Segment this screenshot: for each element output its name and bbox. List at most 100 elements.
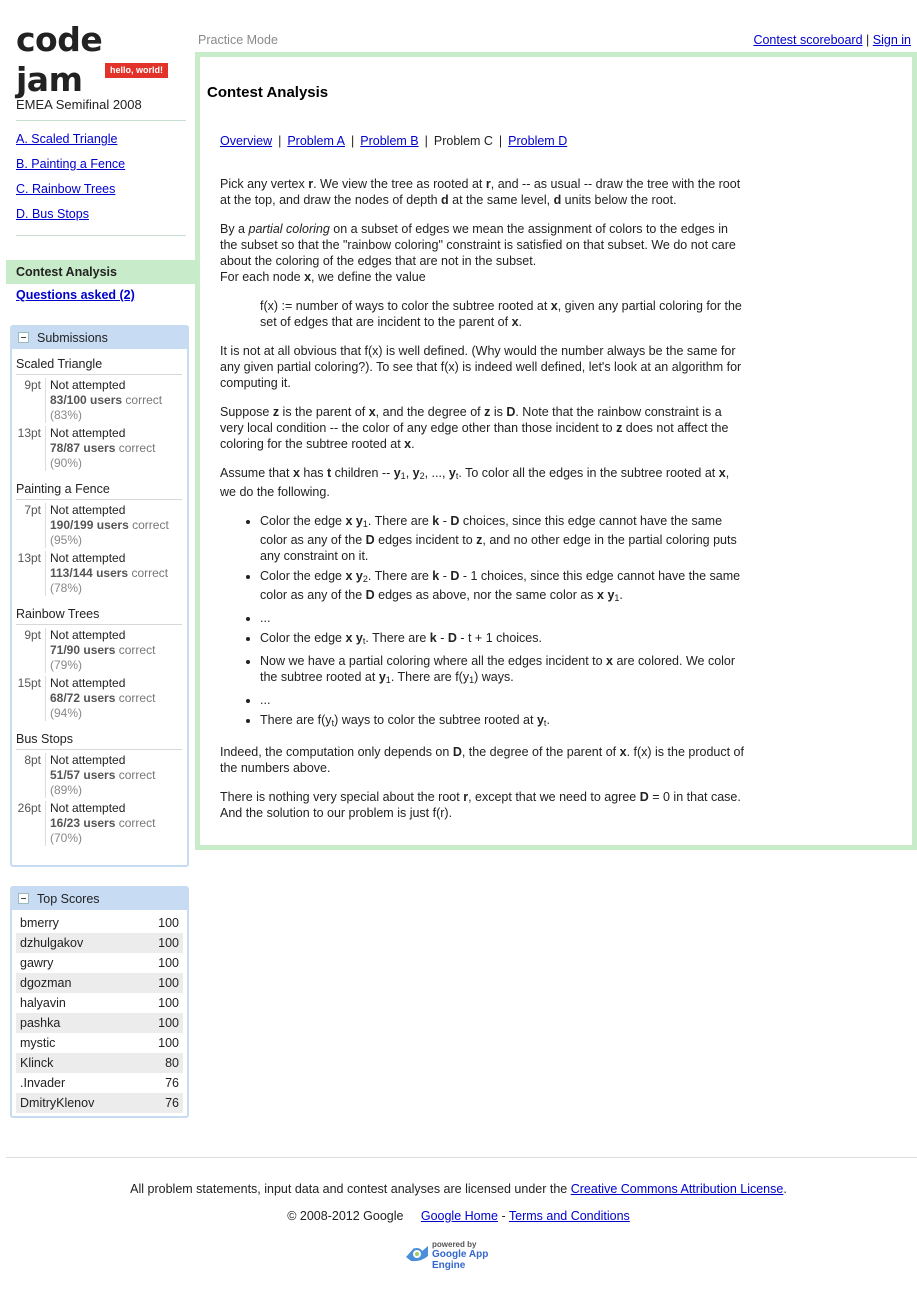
analysis-paragraph: By a partial coloring on a subset of edg…: [220, 222, 736, 284]
footer-dash: -: [501, 1209, 506, 1223]
list-item: ...: [260, 692, 745, 708]
correct-word: correct: [118, 816, 156, 830]
points: 9pt: [16, 628, 46, 673]
points: 26pt: [16, 801, 46, 846]
list-item: ...: [260, 610, 745, 626]
submission-info: Not attempted 113/144 users correct (78%): [46, 551, 168, 596]
submission-problem-name: Bus Stops: [16, 732, 182, 750]
contestant-name: Klinck: [20, 1056, 54, 1070]
submission-row: 7pt Not attempted 190/199 users correct (95…: [16, 503, 182, 548]
correct-percent: (90%): [50, 456, 83, 470]
contest-name: EMEA Semifinal 2008: [16, 97, 186, 121]
contestant-name: pashka: [20, 1016, 61, 1030]
tab-separator: |: [498, 134, 503, 148]
attempt-status: Not attempted: [50, 753, 126, 767]
analysis-paragraph: Pick any vertex r. We view the tree as r…: [220, 177, 741, 207]
copyright-line: © 2008-2012 Google Google Home - Terms a…: [0, 1209, 917, 1223]
users-word: users: [83, 691, 116, 705]
top-score-row: halyavin 100: [16, 993, 183, 1013]
correct-count: 68/72 users correct: [50, 691, 155, 706]
submission-problem-name: Rainbow Trees: [16, 607, 182, 625]
sidebar-problem-c[interactable]: C. Rainbow Trees: [16, 177, 186, 202]
list-item: Color the edge x y2. There are k - D - 1…: [260, 568, 745, 606]
app-engine-badge[interactable]: powered by Google App Engine: [403, 1240, 523, 1271]
sidebar-problem-b[interactable]: B. Painting a Fence: [16, 152, 186, 177]
top-score-row: Klinck 80: [16, 1053, 183, 1073]
points: 13pt: [16, 551, 46, 596]
tab-separator: |: [278, 134, 282, 148]
attempt-status: Not attempted: [50, 378, 126, 392]
collapse-icon[interactable]: [18, 893, 29, 904]
list-item: Now we have a partial coloring where all…: [260, 653, 745, 688]
users-word: users: [83, 768, 116, 782]
code-jam-logo[interactable]: code jam hello, world!: [16, 20, 168, 99]
submission-row: 9pt Not attempted 71/90 users correct (79%): [16, 628, 182, 673]
analysis-paragraph: Assume that x has t children -- y1, y2, …: [220, 466, 730, 499]
analysis-paragraph: There is nothing very special about the …: [220, 790, 741, 820]
tab-overview[interactable]: Overview: [220, 134, 272, 148]
sidebar-item-contest-analysis[interactable]: Contest Analysis: [6, 260, 195, 284]
copyright-text: © 2008-2012 Google: [287, 1209, 404, 1223]
cc-license-link[interactable]: Creative Commons Attribution License: [571, 1182, 784, 1196]
submissions-header[interactable]: Submissions: [12, 327, 187, 349]
page-title: Contest Analysis: [207, 84, 329, 101]
collapse-icon[interactable]: [18, 332, 29, 343]
tab-problem-d[interactable]: Problem D: [508, 134, 567, 148]
contestant-name: gawry: [20, 956, 54, 970]
top-links-separator: |: [866, 33, 870, 47]
tab-problem-b[interactable]: Problem B: [360, 134, 418, 148]
contestant-name: dgozman: [20, 976, 72, 990]
submission-row: 8pt Not attempted 51/57 users correct (89%): [16, 753, 182, 798]
correct-percent: (79%): [50, 658, 83, 672]
sidebar-problem-a[interactable]: A. Scaled Triangle: [16, 127, 186, 152]
terms-link[interactable]: Terms and Conditions: [509, 1209, 630, 1223]
submission-problem: Scaled Triangle 9pt Not attempted 83/100 us…: [12, 349, 187, 471]
correct-percent: (78%): [50, 581, 83, 595]
correct-percent: (94%): [50, 706, 83, 720]
list-item: There are f(yt) ways to color the subtre…: [260, 712, 745, 731]
top-score-row: bmerry 100: [16, 913, 183, 933]
google-home-link[interactable]: Google Home: [421, 1209, 498, 1223]
solved-ratio: 68/72: [50, 691, 81, 705]
users-word: users: [96, 566, 129, 580]
sign-in-link[interactable]: Sign in: [873, 33, 911, 47]
correct-percent: (95%): [50, 533, 83, 547]
correct-percent: (89%): [50, 783, 83, 797]
analysis-paragraph: Suppose z is the parent of x, and the de…: [220, 405, 729, 451]
sidebar: EMEA Semifinal 2008 A. Scaled Triangle B…: [6, 97, 195, 302]
contestant-name: DmitryKlenov: [20, 1096, 95, 1110]
points: 9pt: [16, 378, 46, 423]
contestant-name: dzhulgakov: [20, 936, 84, 950]
points: 13pt: [16, 426, 46, 471]
tab-problem-a[interactable]: Problem A: [287, 134, 345, 148]
license-text: All problem statements, input data and c…: [130, 1182, 568, 1196]
submission-row: 15pt Not attempted 68/72 users correct (94%…: [16, 676, 182, 721]
submission-info: Not attempted 78/87 users correct (90%): [46, 426, 155, 471]
correct-count: 71/90 users correct: [50, 643, 155, 658]
correct-count: 113/144 users correct: [50, 566, 168, 581]
attempt-status: Not attempted: [50, 676, 126, 690]
solved-ratio: 16/23: [50, 816, 81, 830]
submission-problem: Rainbow Trees 9pt Not attempted 71/90 users…: [12, 599, 187, 721]
submission-info: Not attempted 51/57 users correct (89%): [46, 753, 155, 798]
footer-divider: [6, 1157, 917, 1158]
solved-ratio: 78/87: [50, 441, 81, 455]
tab-separator: |: [424, 134, 428, 148]
top-links: Contest scoreboard | Sign in: [753, 33, 911, 47]
correct-count: 190/199 users correct: [50, 518, 169, 533]
top-score-row: mystic 100: [16, 1033, 183, 1053]
contestant-name: .Invader: [20, 1076, 66, 1090]
logo-tagline: hello, world!: [105, 63, 168, 78]
contest-scoreboard-link[interactable]: Contest scoreboard: [753, 33, 862, 47]
top-score-row: dgozman 100: [16, 973, 183, 993]
analysis-paragraph: It is not at all obvious that f(x) is we…: [220, 344, 742, 390]
correct-word: correct: [131, 566, 169, 580]
top-scores-header[interactable]: Top Scores: [12, 888, 187, 910]
problem-tabs: Overview | Problem A | Problem B | Problem C | P…: [220, 134, 567, 148]
sidebar-problem-d[interactable]: D. Bus Stops: [16, 202, 186, 227]
users-word: users: [83, 816, 116, 830]
questions-asked-link[interactable]: Questions asked (2): [16, 288, 195, 302]
license-period: .: [783, 1182, 787, 1196]
top-scores-title: Top Scores: [37, 892, 100, 906]
license-line: All problem statements, input data and c…: [0, 1182, 917, 1196]
